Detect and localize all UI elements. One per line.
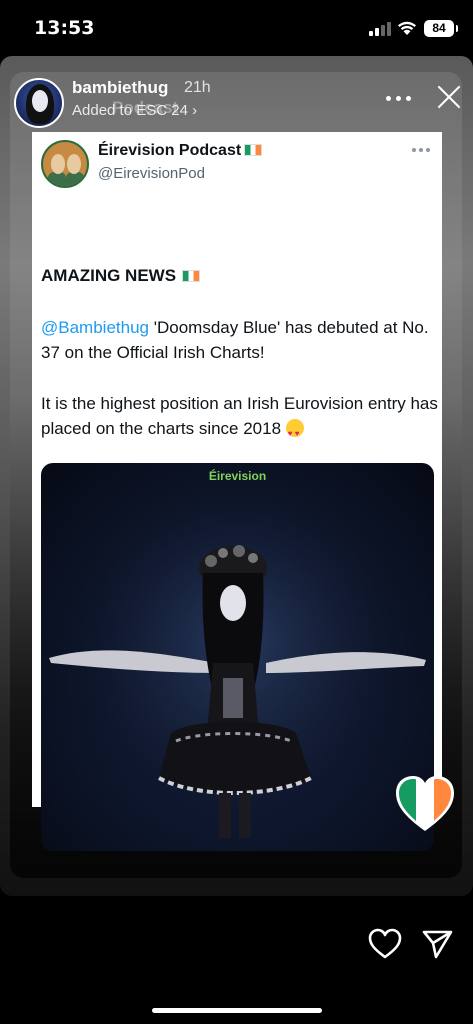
home-indicator[interactable]: [152, 1008, 322, 1013]
status-time: 13:53: [34, 17, 95, 39]
more-icon[interactable]: [386, 88, 414, 108]
tweet-body-paragraph-2: It is the highest position an Irish Euro…: [41, 391, 441, 446]
tweet-display-name-text: Éirevision Podcast: [98, 142, 242, 159]
avatar[interactable]: [14, 78, 64, 128]
mention-link: @Bambiethug: [41, 318, 149, 337]
performer-image: [41, 463, 434, 851]
tweet-headline: AMAZING NEWS: [41, 266, 201, 286]
story-header: bambiethug 21h Podcast Added to ESC 24 ›: [14, 78, 464, 130]
irish-heart-sticker-icon: [396, 776, 454, 831]
tweet-body-paragraph-1: @Bambiethug 'Doomsday Blue' has debuted …: [41, 315, 441, 365]
tweet-body-text-2: It is the highest position an Irish Euro…: [41, 394, 438, 438]
tweet-handle: @EirevisionPod: [98, 165, 205, 182]
wifi-icon: [398, 21, 416, 35]
close-icon[interactable]: [434, 82, 464, 112]
tweet-more-icon: [412, 148, 432, 154]
tweet-headline-text: AMAZING NEWS: [41, 266, 177, 285]
heart-icon[interactable]: [368, 928, 402, 960]
tweet-card: Éirevision Podcast @EirevisionPod AMAZIN…: [32, 132, 442, 851]
story-username[interactable]: bambiethug: [72, 78, 168, 98]
story-subtitle[interactable]: Added to ESC 24 ›: [72, 102, 197, 119]
media-logo-text: Éirevision: [208, 469, 267, 483]
status-bar: 13:53 84: [0, 0, 473, 56]
heart-eyes-emoji-icon: [285, 419, 304, 446]
irish-flag-icon: [182, 270, 201, 282]
battery-indicator: 84: [424, 20, 458, 37]
cellular-signal-icon: [369, 22, 391, 36]
story-time-ago: 21h: [184, 79, 211, 96]
tweet-avatar: [41, 140, 89, 188]
send-icon[interactable]: [420, 928, 454, 960]
tweet-media-image: Éirevision: [41, 463, 434, 851]
story-viewer[interactable]: bambiethug 21h Podcast Added to ESC 24 ›…: [0, 56, 473, 896]
tweet-display-name: Éirevision Podcast: [98, 142, 263, 160]
irish-flag-icon: [244, 144, 263, 156]
